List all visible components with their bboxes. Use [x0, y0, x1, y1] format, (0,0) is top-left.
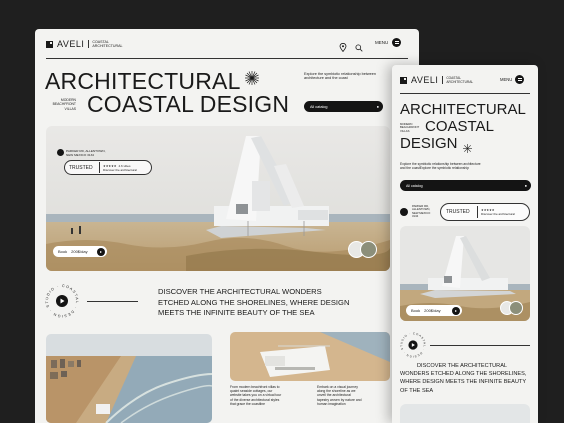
mobile-page: AVELI COASTAL ARCHITECTURAL MENU ARCHITE… — [392, 65, 538, 423]
mobile-menu-label: MENU — [500, 77, 513, 82]
mobile-gallery-thumbs[interactable] — [500, 301, 523, 315]
menu-hamburger-icon — [392, 38, 402, 47]
mobile-next-image — [400, 404, 530, 423]
mobile-logo-mark-icon — [400, 76, 407, 84]
mobile-title-line2: COASTAL — [425, 118, 494, 135]
mobile-catalog-dot-icon: ● — [524, 183, 527, 188]
mobile-trusted-rating: ★★★★★ Discover the architectural — [477, 206, 515, 218]
mobile-book-price: 200$/day — [424, 308, 441, 313]
logo-mark-icon — [46, 40, 53, 48]
discover-divider — [87, 301, 138, 302]
mobile-description: Explore the symbiotic relationship betwe… — [400, 162, 481, 170]
tagline-line3: VILLAS — [64, 106, 77, 111]
desktop-page: AVELI COASTAL ARCHITECTURAL MENU ARCHITE… — [35, 29, 419, 423]
mobile-discover-divider — [430, 345, 530, 346]
hero-description: Explore the symbiotic relationship betwe… — [304, 72, 376, 81]
card-text-1: From modern beachfront villas to quaint … — [230, 385, 282, 406]
hero-address: PARKER RD, ALLENTOWN, NEW MEXICO 3134 — [66, 149, 105, 158]
brand-sub-line2: ARCHITECTURAL — [92, 44, 123, 48]
discover-text: DISCOVER THE ARCHITECTURAL WONDERS ETCHE… — [158, 287, 349, 319]
mobile-location-dot-icon — [400, 208, 408, 216]
menu-button[interactable]: MENU — [375, 38, 402, 47]
mobile-brand-name: AVELI — [411, 75, 439, 85]
mobile-discover-text: DISCOVER THE ARCHITECTURAL WONDERS ETCHE… — [400, 363, 527, 394]
mobile-brand-logo[interactable]: AVELI COASTAL ARCHITECTURAL — [400, 75, 473, 85]
hero-title-line1: ARCHITECTURAL — [45, 68, 241, 94]
all-catalog-button[interactable]: All catalog ● — [304, 101, 383, 112]
location-dot-icon — [57, 149, 64, 156]
brand-name: AVELI — [57, 39, 85, 49]
book-label: Book — [58, 249, 68, 254]
all-catalog-label: All catalog — [310, 104, 328, 109]
hero-tagline: MODERN BEACHFRONT VILLAS — [52, 98, 76, 111]
discover-line1: DISCOVER THE ARCHITECTURAL WONDERS — [158, 287, 322, 296]
trusted-rating: ★★★★★ 4.6 vibes Discover the architectura… — [99, 162, 137, 173]
location-pin-icon[interactable] — [339, 39, 347, 57]
menu-label: MENU — [375, 40, 389, 45]
card-text-2: Embark on a visual journey along the sho… — [317, 385, 362, 406]
book-price: 200$/day — [71, 249, 88, 254]
book-button[interactable]: Book 200$/day — [53, 246, 107, 257]
address-line2: NEW MEXICO 3134 — [66, 152, 95, 157]
header-divider — [46, 58, 408, 59]
mobile-header-divider — [400, 93, 530, 94]
mobile-trusted-label: TRUSTED — [446, 209, 470, 215]
review-subtext: Discover the architectural — [103, 167, 137, 172]
mobile-all-catalog-label: All catalog — [406, 183, 423, 188]
beach-house-image — [230, 332, 390, 381]
book-arrow-icon — [97, 247, 105, 256]
mobile-book-label: Book — [411, 308, 421, 313]
mobile-title-line3: DESIGN — [400, 135, 458, 152]
trusted-label: TRUSTED — [69, 164, 93, 171]
catalog-dot-icon: ● — [376, 104, 379, 109]
search-icon[interactable] — [355, 39, 363, 57]
brand-logo[interactable]: AVELI COASTAL ARCHITECTURAL — [46, 39, 123, 49]
trusted-badge[interactable]: TRUSTED ★★★★★ 4.6 vibes Discover the arch… — [64, 160, 152, 175]
mobile-rotating-badge[interactable]: COASTAL · DESIGN · STUDIO · — [399, 331, 426, 358]
brand-subtitle: COASTAL ARCHITECTURAL — [88, 40, 123, 48]
mobile-menu-hamburger-icon — [515, 75, 525, 84]
mobile-menu-button[interactable]: MENU — [500, 75, 525, 84]
mobile-book-arrow-icon — [452, 306, 460, 315]
mobile-thumb-2[interactable] — [509, 301, 523, 315]
mobile-sparkle-icon — [463, 140, 472, 158]
sparkle-icon — [245, 71, 259, 90]
mobile-title-line1: ARCHITECTURAL — [400, 101, 526, 118]
mobile-tagline: MODERN BEACHFRONT VILLAS — [400, 122, 420, 133]
mobile-trusted-badge[interactable]: TRUSTED ★★★★★ Discover the architectural — [440, 203, 530, 221]
coast-city-image — [46, 334, 212, 423]
gallery-thumbs[interactable] — [348, 241, 377, 258]
mobile-brand-subtitle: COASTAL ARCHITECTURAL — [442, 76, 473, 84]
mobile-all-catalog-button[interactable]: All catalog ● — [400, 180, 531, 191]
mobile-address: PARKER RD, ALLENTOWN, NEW MEXICO 3134 — [412, 204, 431, 219]
mobile-book-button[interactable]: Book 200$/day — [406, 305, 462, 316]
hero-title-line2: COASTAL DESIGN — [87, 91, 290, 117]
discover-line3: MEETS THE INFINITE BEAUTY OF THE SEA — [158, 308, 315, 318]
discover-line2: ETCHED ALONG THE SHORELINES, WHERE DESIG… — [158, 297, 350, 307]
rotating-badge[interactable]: COASTAL · DESIGN · STUDIO · — [45, 284, 79, 318]
thumb-2[interactable] — [360, 241, 377, 258]
